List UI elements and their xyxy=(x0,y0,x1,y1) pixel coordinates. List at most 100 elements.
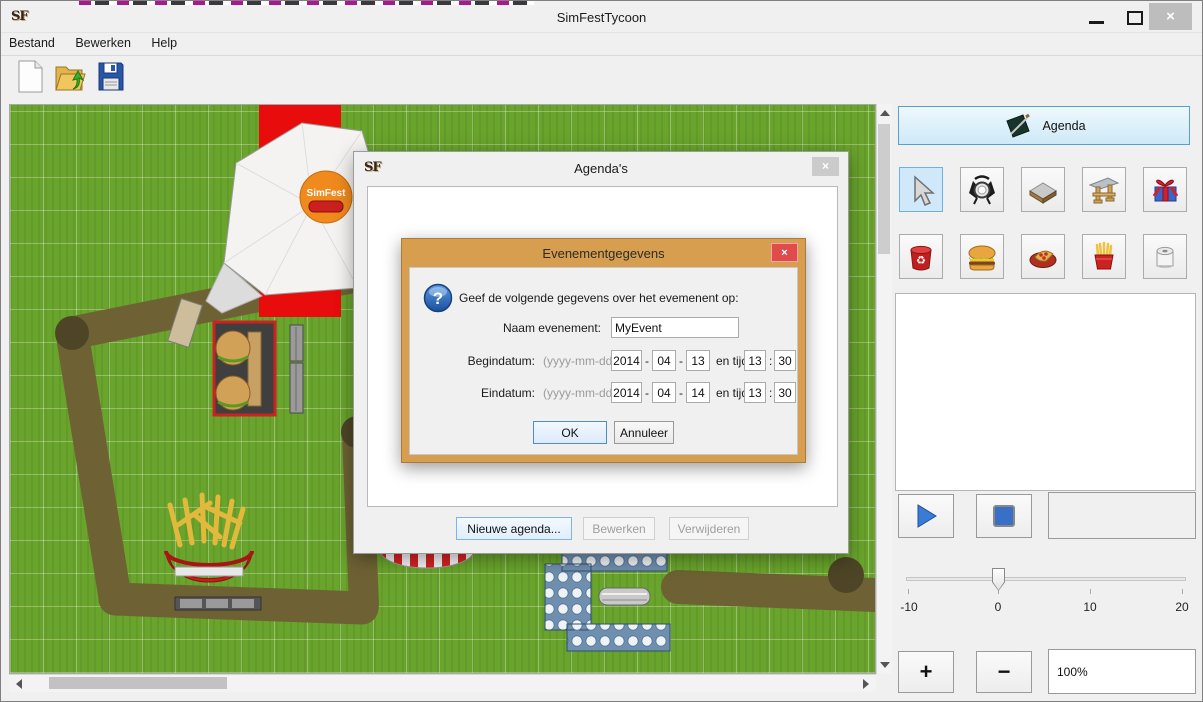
svg-text:?: ? xyxy=(433,289,443,308)
tool-scaffold-stage[interactable] xyxy=(1082,167,1126,212)
zoom-in-button[interactable]: + xyxy=(898,651,954,693)
horizontal-scrollbar-thumb[interactable] xyxy=(49,677,227,689)
delete-agenda-button[interactable]: Verwijderen xyxy=(669,517,749,540)
trash-bin-icon: ♻ xyxy=(905,241,937,273)
spotlight-icon xyxy=(966,174,998,206)
stop-button[interactable] xyxy=(976,494,1032,538)
tool-spotlight[interactable] xyxy=(960,167,1004,212)
bench[interactable] xyxy=(175,597,261,610)
speed-slider-track[interactable] xyxy=(906,577,1186,581)
agenda-button[interactable]: Agenda xyxy=(898,106,1190,145)
zoom-level-value: 100% xyxy=(1057,665,1088,679)
help-icon: ? xyxy=(422,282,454,314)
zoom-out-button[interactable]: − xyxy=(976,651,1032,693)
maximize-button[interactable] xyxy=(1127,11,1143,25)
window-title: SimFestTycoon xyxy=(1,10,1202,25)
end-month-input[interactable] xyxy=(652,382,676,403)
date-separator: - xyxy=(645,354,649,368)
tool-burger[interactable] xyxy=(960,234,1004,279)
tent-logo-text: SimFest xyxy=(307,188,347,199)
fries-stand[interactable] xyxy=(166,495,252,582)
ok-button[interactable]: OK xyxy=(533,421,607,444)
zoom-level-box[interactable]: 100% xyxy=(1048,649,1196,694)
tool-pizza[interactable] xyxy=(1021,234,1065,279)
tool-toilet-paper[interactable] xyxy=(1143,234,1187,279)
scroll-down-icon[interactable] xyxy=(880,662,890,668)
new-agenda-button[interactable]: Nieuwe agenda... xyxy=(456,517,572,540)
tool-fries[interactable] xyxy=(1082,234,1126,279)
open-file-button[interactable] xyxy=(53,59,85,95)
start-minute-input[interactable] xyxy=(774,350,796,371)
event-dialog-body: ? Geef de volgende gegevens over het eve… xyxy=(409,267,798,455)
agenda-dialog-title: Agenda's xyxy=(354,161,848,176)
start-hour-input[interactable] xyxy=(744,350,766,371)
scroll-left-icon[interactable] xyxy=(16,679,22,689)
menu-bar: Bestand Bewerken Help xyxy=(1,32,1202,56)
background-window-artifact xyxy=(79,1,534,5)
cylinder-bench[interactable] xyxy=(599,588,650,605)
event-prompt: Geef de volgende gegevens over het eveme… xyxy=(459,291,739,305)
event-dialog-title: Evenementgegevens xyxy=(402,246,805,261)
event-dialog-close-button[interactable]: × xyxy=(771,243,798,262)
end-date-hint: (yyyy-mm-dd) xyxy=(543,386,616,400)
end-hour-input[interactable] xyxy=(744,382,766,403)
vertical-scrollbar-thumb[interactable] xyxy=(878,124,890,254)
toilet-paper-icon xyxy=(1149,241,1181,273)
path-tile-icon xyxy=(1026,174,1060,206)
start-day-input[interactable] xyxy=(686,350,710,371)
edit-agenda-button[interactable]: Bewerken xyxy=(583,517,655,540)
pizza-icon xyxy=(1026,242,1060,272)
tool-trash-bin[interactable]: ♻ xyxy=(899,234,943,279)
date-separator: - xyxy=(645,386,649,400)
play-button[interactable] xyxy=(898,494,954,538)
minimize-button[interactable] xyxy=(1089,21,1104,24)
sidebar-list-panel xyxy=(895,293,1196,491)
slider-tick xyxy=(1182,589,1183,594)
event-name-input[interactable] xyxy=(611,317,739,338)
menu-bestand[interactable]: Bestand xyxy=(1,33,63,50)
benches[interactable] xyxy=(290,325,303,413)
start-date-hint: (yyyy-mm-dd) xyxy=(543,354,616,368)
start-date-label: Begindatum: xyxy=(468,354,535,368)
speed-slider-thumb-face[interactable] xyxy=(993,569,1004,590)
tool-select-cursor[interactable] xyxy=(899,167,943,212)
path-knot[interactable] xyxy=(55,316,89,350)
scaffold-stage-icon xyxy=(1087,174,1121,206)
slider-label: 20 xyxy=(1167,600,1197,614)
app-window: SF SimFestTycoon × Bestand Bewerken Help xyxy=(0,0,1203,702)
menu-help[interactable]: Help xyxy=(143,33,185,50)
slider-label: 0 xyxy=(983,600,1013,614)
select-cursor-icon xyxy=(905,173,937,207)
agenda-dialog-close-button[interactable]: × xyxy=(812,157,839,176)
fries-icon xyxy=(1088,241,1120,273)
agenda-notebook-icon xyxy=(1002,113,1032,139)
play-icon xyxy=(912,502,940,530)
save-floppy-icon xyxy=(95,59,127,95)
gift-icon xyxy=(1149,174,1181,206)
save-button[interactable] xyxy=(95,59,127,95)
slider-label: -10 xyxy=(894,600,924,614)
tool-path-tile[interactable] xyxy=(1021,167,1065,212)
date-separator: - xyxy=(679,386,683,400)
path-knot[interactable] xyxy=(828,557,864,593)
end-day-input[interactable] xyxy=(686,382,710,403)
new-file-button[interactable] xyxy=(15,59,47,95)
burger-icon xyxy=(966,242,998,272)
end-minute-input[interactable] xyxy=(774,382,796,403)
new-document-icon xyxy=(15,59,47,95)
scroll-right-icon[interactable] xyxy=(863,679,869,689)
end-year-input[interactable] xyxy=(611,382,642,403)
menu-bewerken[interactable]: Bewerken xyxy=(67,33,139,50)
tool-gift[interactable] xyxy=(1143,167,1187,212)
status-panel xyxy=(1048,492,1196,539)
cancel-button[interactable]: Annuleer xyxy=(614,421,674,444)
burger-stand[interactable] xyxy=(214,322,275,415)
slider-tick xyxy=(908,589,909,594)
start-month-input[interactable] xyxy=(652,350,676,371)
close-button[interactable]: × xyxy=(1149,3,1192,30)
scroll-up-icon[interactable] xyxy=(880,110,890,116)
minus-icon: − xyxy=(998,659,1011,685)
open-folder-icon xyxy=(53,59,87,95)
slider-label: 10 xyxy=(1075,600,1105,614)
start-year-input[interactable] xyxy=(611,350,642,371)
